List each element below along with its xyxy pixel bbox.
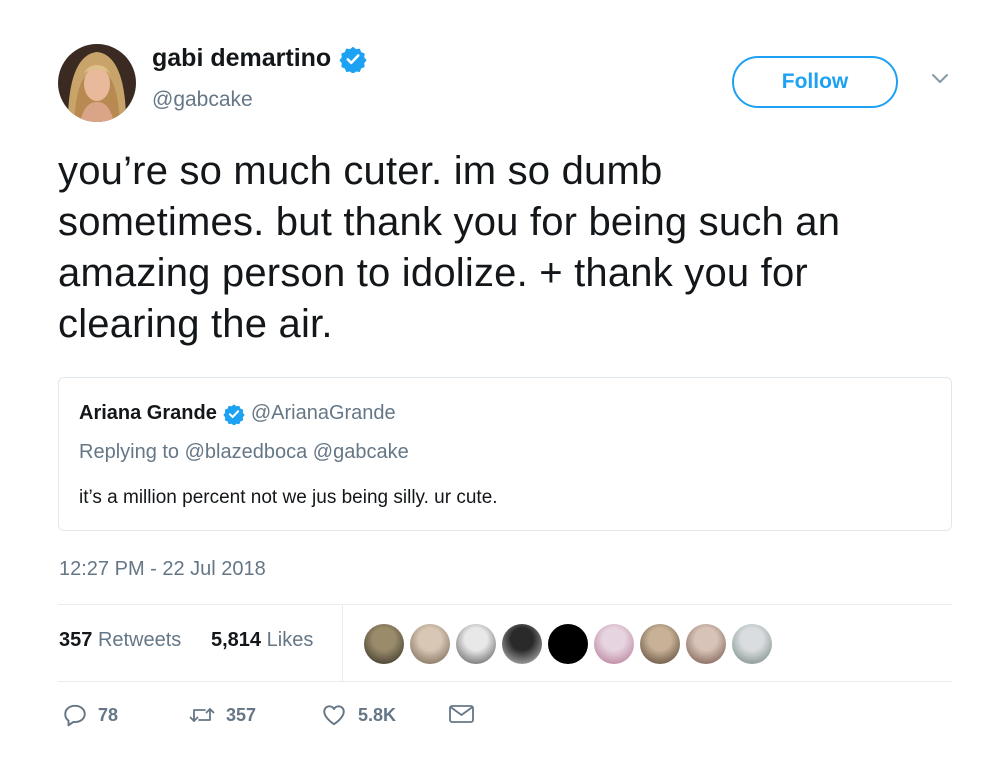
- likes-count: 5,814: [211, 629, 262, 651]
- retweet-button[interactable]: 357: [188, 702, 256, 728]
- likes-label: Likes: [266, 629, 314, 651]
- profile-photo: [58, 44, 136, 122]
- reply-button[interactable]: 78: [62, 702, 118, 728]
- liker-avatar[interactable]: [364, 624, 404, 664]
- author-avatar[interactable]: [58, 44, 136, 122]
- tweet-text-line: amazing person to idolize. + thank you f…: [58, 251, 808, 295]
- heart-icon: [320, 702, 348, 728]
- tweet-text-line: clearing the air.: [58, 302, 333, 346]
- tweet-text: you’re so much cuter. im so dumb sometim…: [58, 146, 958, 350]
- retweets-label: Retweets: [97, 629, 182, 651]
- liker-avatar[interactable]: [732, 624, 772, 664]
- follow-button[interactable]: Follow: [732, 56, 898, 108]
- quoted-tweet[interactable]: Ariana Grande @ArianaGrande Replying to …: [58, 377, 952, 531]
- mention-link[interactable]: @blazedboca: [185, 441, 308, 463]
- reply-count: 78: [98, 704, 119, 725]
- liker-avatar[interactable]: [502, 624, 542, 664]
- author-handle[interactable]: @gabcake: [152, 88, 253, 112]
- retweets-count: 357: [59, 629, 93, 651]
- liker-avatar[interactable]: [456, 624, 496, 664]
- tweet-timestamp[interactable]: 12:27 PM - 22 Jul 2018: [59, 558, 266, 581]
- envelope-icon: [448, 702, 476, 726]
- quoted-tweet-header: Ariana Grande @ArianaGrande: [79, 402, 396, 426]
- verified-badge-icon: [223, 403, 245, 426]
- divider: [58, 681, 952, 682]
- author-name[interactable]: gabi demartino: [152, 44, 331, 73]
- tweet-stats: 357 Retweets 5,814 Likes: [58, 605, 952, 682]
- likes-stat[interactable]: 5,814 Likes: [211, 629, 313, 652]
- liker-avatar[interactable]: [686, 624, 726, 664]
- retweets-stat[interactable]: 357 Retweets: [59, 629, 181, 652]
- divider: [342, 605, 343, 682]
- direct-message-button[interactable]: [448, 702, 476, 726]
- retweet-count: 357: [226, 704, 257, 725]
- like-button[interactable]: 5.8K: [320, 702, 396, 728]
- liker-avatar[interactable]: [640, 624, 680, 664]
- liker-avatar[interactable]: [594, 624, 634, 664]
- liker-avatar[interactable]: [548, 624, 588, 664]
- tweet-text-line: sometimes. but thank you for being such …: [58, 200, 841, 244]
- retweet-icon: [188, 702, 216, 728]
- tweet-text-line: you’re so much cuter. im so dumb: [58, 149, 663, 193]
- liker-avatar[interactable]: [410, 624, 450, 664]
- quoted-tweet-text: it’s a million percent not we jus being …: [79, 487, 498, 508]
- reply-icon: [62, 702, 88, 728]
- replying-to: Replying to @blazedboca @gabcake: [79, 441, 409, 464]
- verified-badge-icon: [339, 45, 367, 74]
- mention-link[interactable]: @gabcake: [313, 441, 409, 463]
- quoted-author-name: Ariana Grande: [79, 402, 217, 424]
- quoted-author-handle: @ArianaGrande: [250, 402, 396, 424]
- chevron-down-icon[interactable]: [930, 72, 950, 86]
- like-count: 5.8K: [358, 704, 397, 725]
- replying-to-prefix: Replying to: [79, 441, 180, 463]
- author-name-row: gabi demartino: [152, 44, 367, 74]
